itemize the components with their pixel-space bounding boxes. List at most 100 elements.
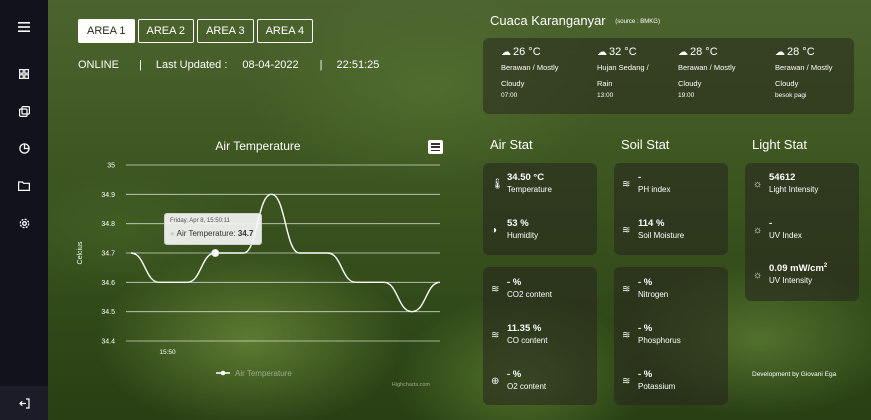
last-updated-label: Last Updated : xyxy=(155,59,228,71)
stat-label: Light Intensity xyxy=(769,185,819,194)
stat-label: CO2 content xyxy=(507,290,552,299)
weather-location: Cuaca Karanganyar xyxy=(490,13,606,28)
stat-value: 0.09 mW/cm2 xyxy=(769,263,828,275)
forecast-temp: 32 °C xyxy=(609,46,637,58)
potassium-icon: ≋ xyxy=(622,376,631,387)
stat-label: PH index xyxy=(638,185,671,194)
chart-y-tick-label: 35 xyxy=(107,163,115,170)
air-temperature-chart: Air Temperature Celcius 35 34.9 34.8 34.7 34.6… xyxy=(68,130,458,400)
logout-button[interactable] xyxy=(0,386,48,420)
stat-label: Potassium xyxy=(638,382,676,391)
stat-value: - % xyxy=(507,369,522,380)
air-stat-card: 🌡︎ 34.50 °C Temperature ◑ 53 % Humidity xyxy=(483,163,597,255)
weather-title: Cuaca Karanganyar (source : BMKG) xyxy=(490,13,660,28)
stat-label: UV Intensity xyxy=(769,276,813,285)
forecast-desc-2: Cloudy xyxy=(678,79,702,88)
forecast-time: 07:00 xyxy=(501,92,518,99)
last-updated-time: 22:51:25 xyxy=(336,59,380,71)
stat-value: - % xyxy=(638,323,653,334)
chart-y-tick-label: 34.9 xyxy=(101,192,115,199)
chart-credits: Highcharts.com xyxy=(392,382,431,388)
stat-value: - xyxy=(769,218,773,229)
gas-stat-card: ≋ - % CO2 content ≋ 11.35 % CO content ⊕… xyxy=(483,267,597,405)
chart-data-point xyxy=(211,249,220,257)
tab-area-1[interactable]: AREA 1 xyxy=(78,19,135,43)
chart-y-tick-label: 34.8 xyxy=(101,221,115,228)
tab-area-3[interactable]: AREA 3 xyxy=(197,19,254,43)
status-bar: ONLINE | Last Updated : 08-04-2022 | 22:… xyxy=(78,59,379,71)
chart-title: Air Temperature xyxy=(215,139,300,153)
nutrient-stat-card: ≋ - % Nitrogen ≋ - % Phosphorus ≋ - % Po… xyxy=(614,267,728,405)
forecast-desc: Berawan / Mostly xyxy=(678,63,736,72)
chart-y-tick-label: 34.7 xyxy=(101,251,115,258)
forecast-1: ☁ 32 °C Hujan Sedang / Rain 13:00 xyxy=(597,46,649,99)
chart-y-tick-label: 34.4 xyxy=(101,339,115,346)
chart-menu-button[interactable] xyxy=(428,140,443,154)
stat-value: 114 % xyxy=(638,218,665,229)
chart-legend-label: Air Temperature xyxy=(235,369,292,378)
stat-value: - % xyxy=(638,369,653,380)
settings-icon[interactable] xyxy=(0,212,48,234)
stat-label: O2 content xyxy=(507,382,547,391)
soil-moisture-icon: ≋ xyxy=(622,225,631,236)
stat-value: 34.50 °C xyxy=(507,172,545,183)
stat-label: Temperature xyxy=(507,185,552,194)
chart-y-axis-label: Celcius xyxy=(77,241,84,264)
stat-value: - % xyxy=(507,277,522,288)
developer-credit: Development by Giovani Ega xyxy=(752,371,837,378)
stat-value: 53 % xyxy=(507,218,529,229)
cloud-icon: ☁ xyxy=(501,47,511,58)
forecast-desc-2: Rain xyxy=(597,79,613,88)
forecast-temp: 26 °C xyxy=(513,46,541,58)
connection-status: ONLINE xyxy=(78,59,119,71)
chart-x-tick-label: 15:50 xyxy=(159,349,176,356)
tooltip-value: 34.7 xyxy=(237,229,254,238)
cloud-icon: ☁ xyxy=(678,47,688,58)
folder-icon[interactable] xyxy=(0,175,48,197)
last-updated-date: 08-04-2022 xyxy=(242,59,299,71)
uv-icon: ☼ xyxy=(753,225,763,236)
chart-svg: Air Temperature Celcius 35 34.9 34.8 34.7 34.6… xyxy=(77,139,441,388)
forecast-3: ☁ 28 °C Berawan / Mostly Cloudy besok pag… xyxy=(775,46,833,99)
copy-icon[interactable] xyxy=(0,100,48,122)
air-stat-title: Air Stat xyxy=(490,137,533,152)
pie-chart-icon[interactable] xyxy=(0,137,48,159)
forecast-desc: Berawan / Mostly xyxy=(501,63,559,72)
forecast-0: ☁ 26 °C Berawan / Mostly Cloudy 07:00 xyxy=(501,46,559,99)
forecast-temp: 28 °C xyxy=(690,46,718,58)
forecast-time: 19:00 xyxy=(678,92,695,99)
dashboard-icon[interactable] xyxy=(0,63,48,85)
chart-legend-marker xyxy=(220,370,226,376)
area-tabs: AREA 1 AREA 2 AREA 3 AREA 4 xyxy=(78,19,314,43)
soil-stat-title: Soil Stat xyxy=(621,137,670,152)
stat-value: 11.35 % xyxy=(507,323,542,334)
menu-icon[interactable] xyxy=(0,16,48,38)
co2-icon: ≋ xyxy=(491,284,500,295)
logout-icon xyxy=(18,397,30,409)
stat-label: Phosphorus xyxy=(638,336,681,345)
cloud-icon: ☁ xyxy=(775,47,785,58)
soil-stat-card: ≋ - PH index ≋ 114 % Soil Moisture xyxy=(614,163,728,255)
stat-label: Soil Moisture xyxy=(638,231,685,240)
forecast-time: 13:00 xyxy=(597,92,614,99)
stat-label: Humidity xyxy=(507,231,539,240)
tab-area-2[interactable]: AREA 2 xyxy=(137,19,195,43)
o2-icon: ⊕ xyxy=(491,376,500,387)
stat-value: - xyxy=(638,172,642,183)
weather-source: (source : BMKG) xyxy=(615,18,660,25)
stat-label: Nitrogen xyxy=(638,290,669,299)
phosphorus-icon: ≋ xyxy=(622,330,631,341)
light-stat-card: ☼ 54612 Light Intensity ☼ - UV Index ☼ 0… xyxy=(745,163,859,301)
stat-label: UV Index xyxy=(769,231,802,240)
thermometer-icon: 🌡︎ xyxy=(491,179,504,190)
humidity-icon: ◑ xyxy=(491,225,498,236)
light-stat-title: Light Stat xyxy=(752,137,807,152)
chart-y-tick-label: 34.5 xyxy=(101,309,115,316)
tab-area-4[interactable]: AREA 4 xyxy=(256,19,314,43)
status-separator-2: | xyxy=(319,59,323,71)
forecast-time: besok pagi xyxy=(775,92,807,99)
nitrogen-icon: ≋ xyxy=(622,284,631,295)
status-separator: | xyxy=(138,59,142,71)
stat-value: - % xyxy=(638,277,653,288)
stat-label: CO content xyxy=(507,336,548,345)
